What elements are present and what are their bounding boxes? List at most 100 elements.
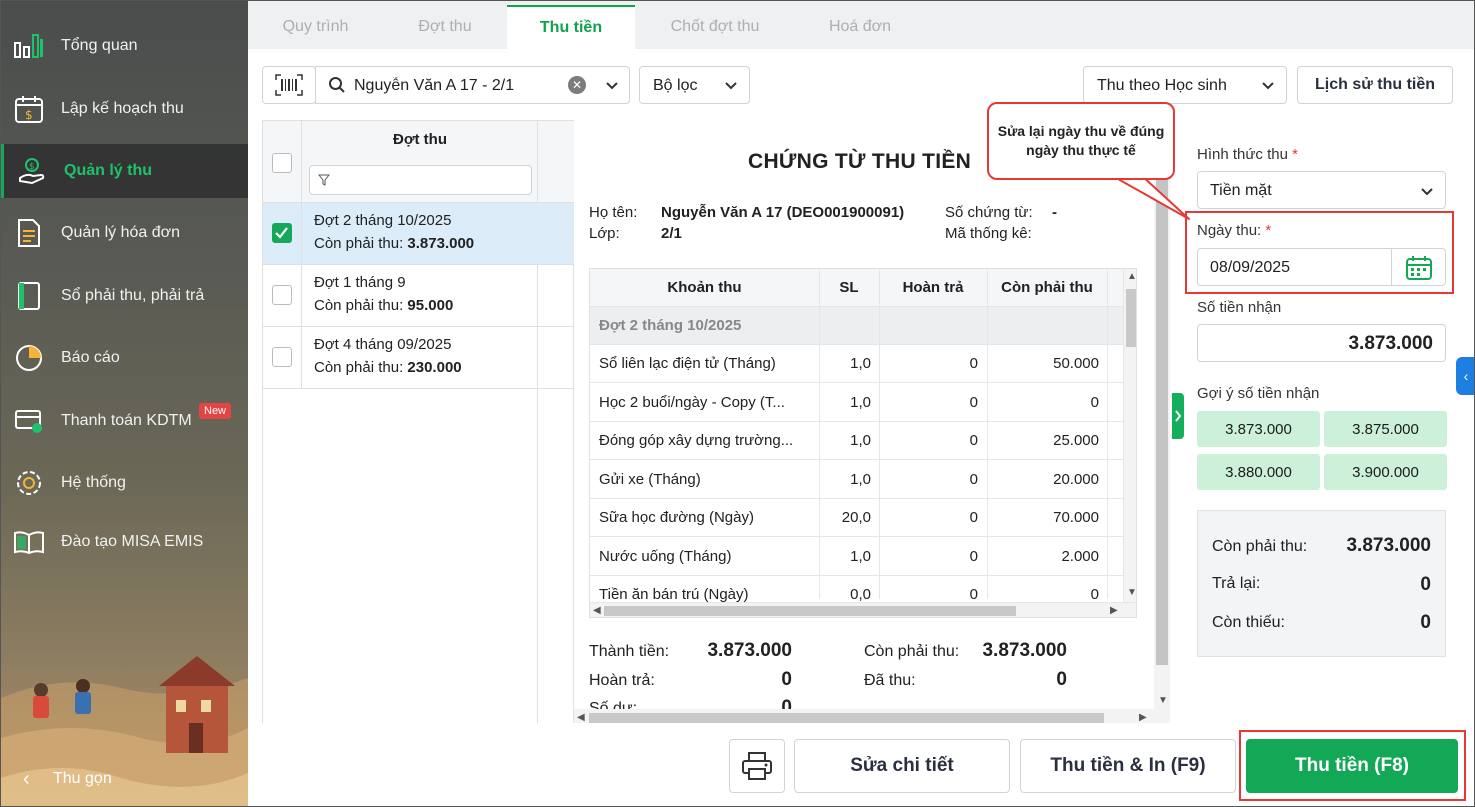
remaining-label: Còn phải thu: (314, 297, 404, 314)
row-checkbox[interactable] (272, 223, 292, 243)
search-input[interactable] (354, 74, 554, 98)
pie-chart-icon (13, 342, 45, 374)
sidebar-item-plan[interactable]: $ Lập kế hoạch thu (1, 82, 248, 136)
summary-shortage-value: 0 (1420, 612, 1431, 633)
scrollbar-thumb[interactable] (1126, 289, 1136, 347)
panel-resize-handle[interactable] (1172, 393, 1184, 439)
search-icon (329, 77, 345, 93)
tab-invoice[interactable]: Hoá đơn (795, 5, 925, 49)
row-checkbox[interactable] (272, 347, 292, 367)
list-item[interactable]: Đợt 2 tháng 10/2025 Còn phải thu: 3.873.… (263, 203, 574, 265)
action-bar: Sửa chi tiết Thu tiền & In (F9) Thu tiền… (248, 723, 1474, 806)
scroll-up-icon[interactable]: ▲ (1127, 271, 1136, 282)
student-name: Nguyễn Văn A 17 (DEO001900091) (661, 204, 905, 221)
card-payment-icon (13, 405, 45, 437)
chevron-down-icon[interactable] (604, 76, 620, 94)
collect-mode-select[interactable]: Thu theo Học sinh (1083, 66, 1287, 104)
fee-quantity: 1,0 (850, 547, 871, 565)
filter-dropdown[interactable]: Bộ lọc (639, 66, 750, 104)
payment-history-button[interactable]: Lịch sử thu tiền (1297, 66, 1453, 104)
scrollbar-thumb[interactable] (1156, 160, 1168, 665)
received-amount-input[interactable]: 3.873.000 (1197, 324, 1446, 362)
filter-icon (318, 174, 330, 186)
fee-name: Đóng góp xây dựng trường... (599, 432, 794, 449)
table-row[interactable]: Sổ liên lạc điện tử (Tháng) 1,0 0 50.000 (590, 345, 1136, 383)
scroll-down-icon[interactable]: ▼ (1158, 695, 1168, 706)
fee-refund: 0 (969, 432, 978, 449)
student-search[interactable]: ✕ (315, 66, 630, 104)
table-row[interactable]: Học 2 buổi/ngày - Copy (T... 1,0 0 0 (590, 384, 1136, 422)
remaining-label: Còn phải thu: (314, 359, 404, 376)
table-row[interactable]: Sữa học đường (Ngày) 20,0 0 70.000 (590, 499, 1136, 537)
period-column-header: Đợt thu (393, 131, 447, 148)
amount-suggestion-chip[interactable]: 3.880.000 (1197, 454, 1320, 490)
collect-and-print-button[interactable]: Thu tiền & In (F9) (1020, 739, 1236, 793)
refund-label: Hoàn trả: (589, 672, 655, 689)
select-all-checkbox[interactable] (272, 153, 292, 173)
remaining-value: 3.873.000 (982, 640, 1067, 661)
row-checkbox[interactable] (272, 285, 292, 305)
print-button[interactable] (729, 739, 785, 793)
receipt-voucher: CHỨNG TỪ THU TIỀN Họ tên: Nguyễn Văn A 1… (574, 120, 1154, 726)
barcode-icon (275, 74, 303, 96)
column-header: SL (839, 279, 859, 296)
sidebar-item-label: Báo cáo (61, 349, 120, 366)
payment-method-select[interactable]: Tiền mặt (1197, 171, 1446, 209)
scroll-right-icon[interactable]: ▶ (1110, 605, 1118, 616)
fee-quantity: 1,0 (850, 355, 871, 372)
collapse-sidebar-button[interactable]: ‹ Thu gọn (1, 761, 248, 797)
payment-date-input[interactable]: 08/09/2025 (1197, 248, 1446, 286)
chevron-down-icon (725, 82, 737, 90)
received-amount-value: 3.873.000 (1348, 333, 1433, 354)
edit-detail-button[interactable]: Sửa chi tiết (794, 739, 1010, 793)
class-value: 2/1 (661, 225, 682, 242)
remaining-amount: 3.873.000 (407, 235, 475, 252)
column-divider (987, 269, 988, 599)
amount-suggestion-chip[interactable]: 3.900.000 (1324, 454, 1447, 490)
sidebar-item-invoice[interactable]: Quản lý hóa đơn (1, 206, 248, 260)
list-item[interactable]: Đợt 4 tháng 09/2025 Còn phải thu: 230.00… (263, 327, 574, 389)
table-row[interactable]: Gửi xe (Tháng) 1,0 0 20.000 (590, 461, 1136, 499)
sidebar-item-report[interactable]: Báo cáo (1, 331, 248, 385)
open-book-icon (13, 526, 45, 558)
scroll-left-icon[interactable]: ◀ (593, 605, 601, 616)
tab-process[interactable]: Quy trình (248, 5, 383, 49)
scroll-right-icon[interactable]: ▶ (1139, 712, 1147, 723)
fee-name: Sữa học đường (Ngày) (599, 509, 754, 526)
list-item[interactable]: Đợt 1 tháng 9 Còn phải thu: 95.000 (263, 265, 574, 327)
scrollbar-thumb[interactable] (604, 606, 1016, 616)
sidebar-item-ledger[interactable]: Sổ phải thu, phải trả (1, 269, 248, 323)
sidebar-item-training[interactable]: Đào tạo MISA EMIS (1, 515, 248, 569)
stat-code-label: Mã thống kê: (945, 225, 1032, 242)
sidebar-item-system[interactable]: Hệ thống (1, 456, 248, 510)
column-divider (819, 269, 820, 599)
tab-collect[interactable]: Thu tiền (507, 5, 635, 49)
period-filter-input[interactable] (309, 165, 532, 195)
calendar-icon[interactable] (1405, 255, 1433, 281)
received-amount-label: Số tiền nhận (1197, 299, 1282, 316)
table-vertical-scrollbar[interactable]: ▲ ▼ (1123, 269, 1136, 603)
amount-suggestion-chip[interactable]: 3.873.000 (1197, 411, 1320, 447)
amount-suggestion-chip[interactable]: 3.875.000 (1324, 411, 1447, 447)
scrollbar-thumb[interactable] (589, 713, 1104, 723)
tab-periods[interactable]: Đợt thu (383, 5, 507, 49)
tab-close-period[interactable]: Chốt đợt thu (635, 5, 795, 49)
fee-remaining: 50.000 (1053, 355, 1099, 372)
sidebar-item-overview[interactable]: Tổng quan (1, 19, 248, 73)
collect-button[interactable]: Thu tiền (F8) (1246, 739, 1458, 793)
scroll-down-icon[interactable]: ▼ (1127, 587, 1136, 598)
name-label: Họ tên: (589, 204, 638, 221)
summary-shortage-label: Còn thiếu: (1212, 614, 1285, 631)
table-row[interactable]: Nước uống (Tháng) 1,0 0 2.000 (590, 538, 1136, 576)
sidebar-item-cashless[interactable]: Thanh toán KDTM New (1, 394, 248, 448)
sidebar-item-revenue[interactable]: $ Quản lý thu (1, 144, 248, 198)
barcode-scan-button[interactable] (262, 66, 316, 104)
scroll-left-icon[interactable]: ◀ (577, 712, 585, 723)
group-label: Đợt 2 tháng 10/2025 (599, 317, 742, 334)
table-header: Khoản thu SL Hoàn trả Còn phải thu (590, 269, 1136, 307)
table-horizontal-scrollbar[interactable]: ◀ ▶ (590, 602, 1136, 617)
clear-icon[interactable]: ✕ (568, 76, 586, 94)
sidebar-item-label: Thanh toán KDTM (61, 412, 192, 429)
side-panel-toggle[interactable]: ‹ (1456, 357, 1474, 395)
table-row[interactable]: Đóng góp xây dựng trường... 1,0 0 25.000 (590, 422, 1136, 460)
